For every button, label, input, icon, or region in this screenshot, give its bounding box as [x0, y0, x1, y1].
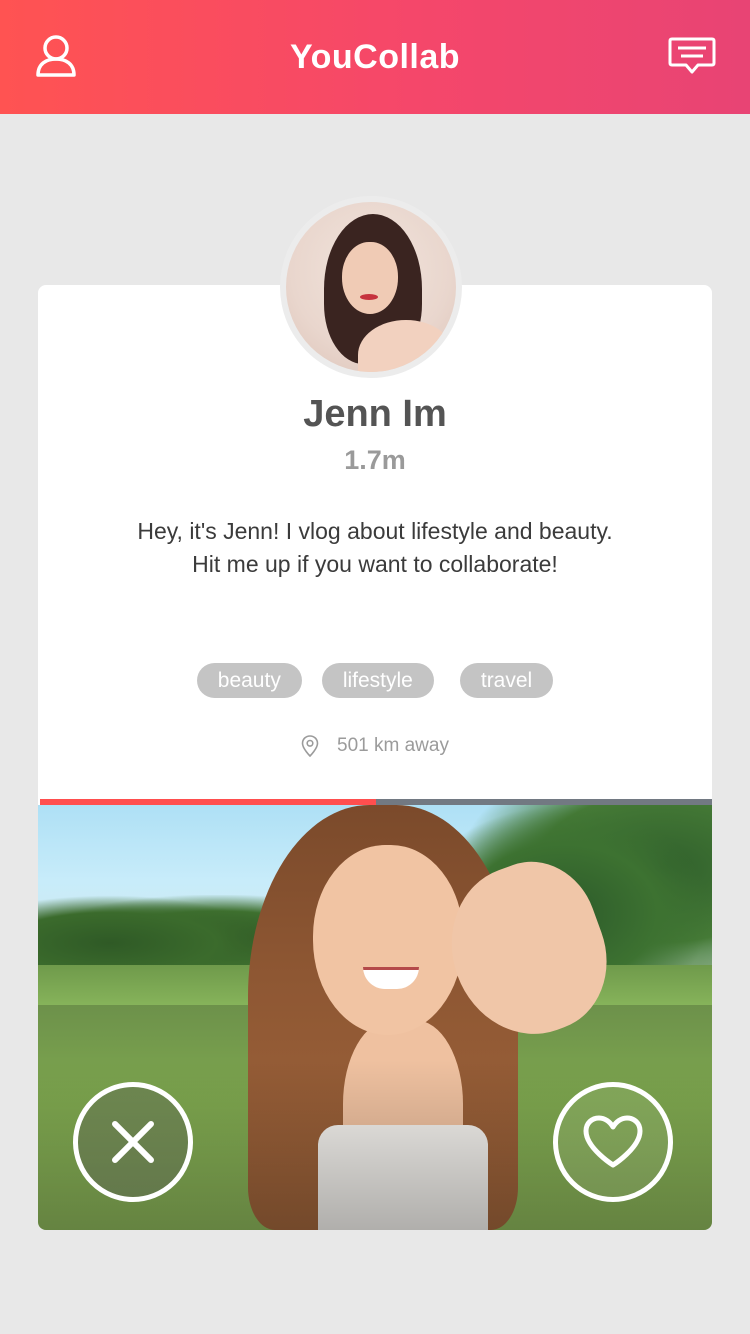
location-pin-icon	[301, 735, 319, 757]
app-screen: YouCollab Jenn Im 1.7m Hey, it's Jenn! I…	[0, 0, 750, 1334]
tag-lifestyle[interactable]: lifestyle	[321, 663, 434, 698]
user-icon	[36, 35, 76, 77]
top-navigation-bar: YouCollab	[0, 0, 750, 114]
profile-name: Jenn Im	[303, 393, 447, 435]
video-progress-bar[interactable]	[40, 799, 712, 805]
tag-beauty[interactable]: beauty	[196, 663, 302, 698]
video-progress-fill	[40, 799, 376, 805]
subscriber-count: 1.7m	[344, 445, 406, 475]
profile-button[interactable]	[26, 28, 86, 84]
heart-icon	[583, 1115, 643, 1168]
chat-icon	[668, 37, 716, 74]
app-title: YouCollab	[289, 37, 461, 76]
avatar-photo	[286, 202, 456, 372]
like-button[interactable]	[553, 1082, 673, 1202]
tag-list: beauty lifestyle travel	[38, 663, 712, 698]
tag-travel[interactable]: travel	[459, 663, 554, 698]
pass-button[interactable]	[73, 1082, 193, 1202]
profile-card[interactable]: Jenn Im 1.7m Hey, it's Jenn! I vlog abou…	[38, 285, 712, 1230]
location-row: 501 km away	[38, 735, 712, 757]
profile-bio: Hey, it's Jenn! I vlog about lifestyle a…	[137, 518, 613, 577]
profile-avatar[interactable]	[280, 196, 462, 378]
close-icon	[112, 1121, 154, 1163]
messages-button[interactable]	[662, 28, 722, 84]
distance-label: 501 km away	[337, 735, 449, 756]
